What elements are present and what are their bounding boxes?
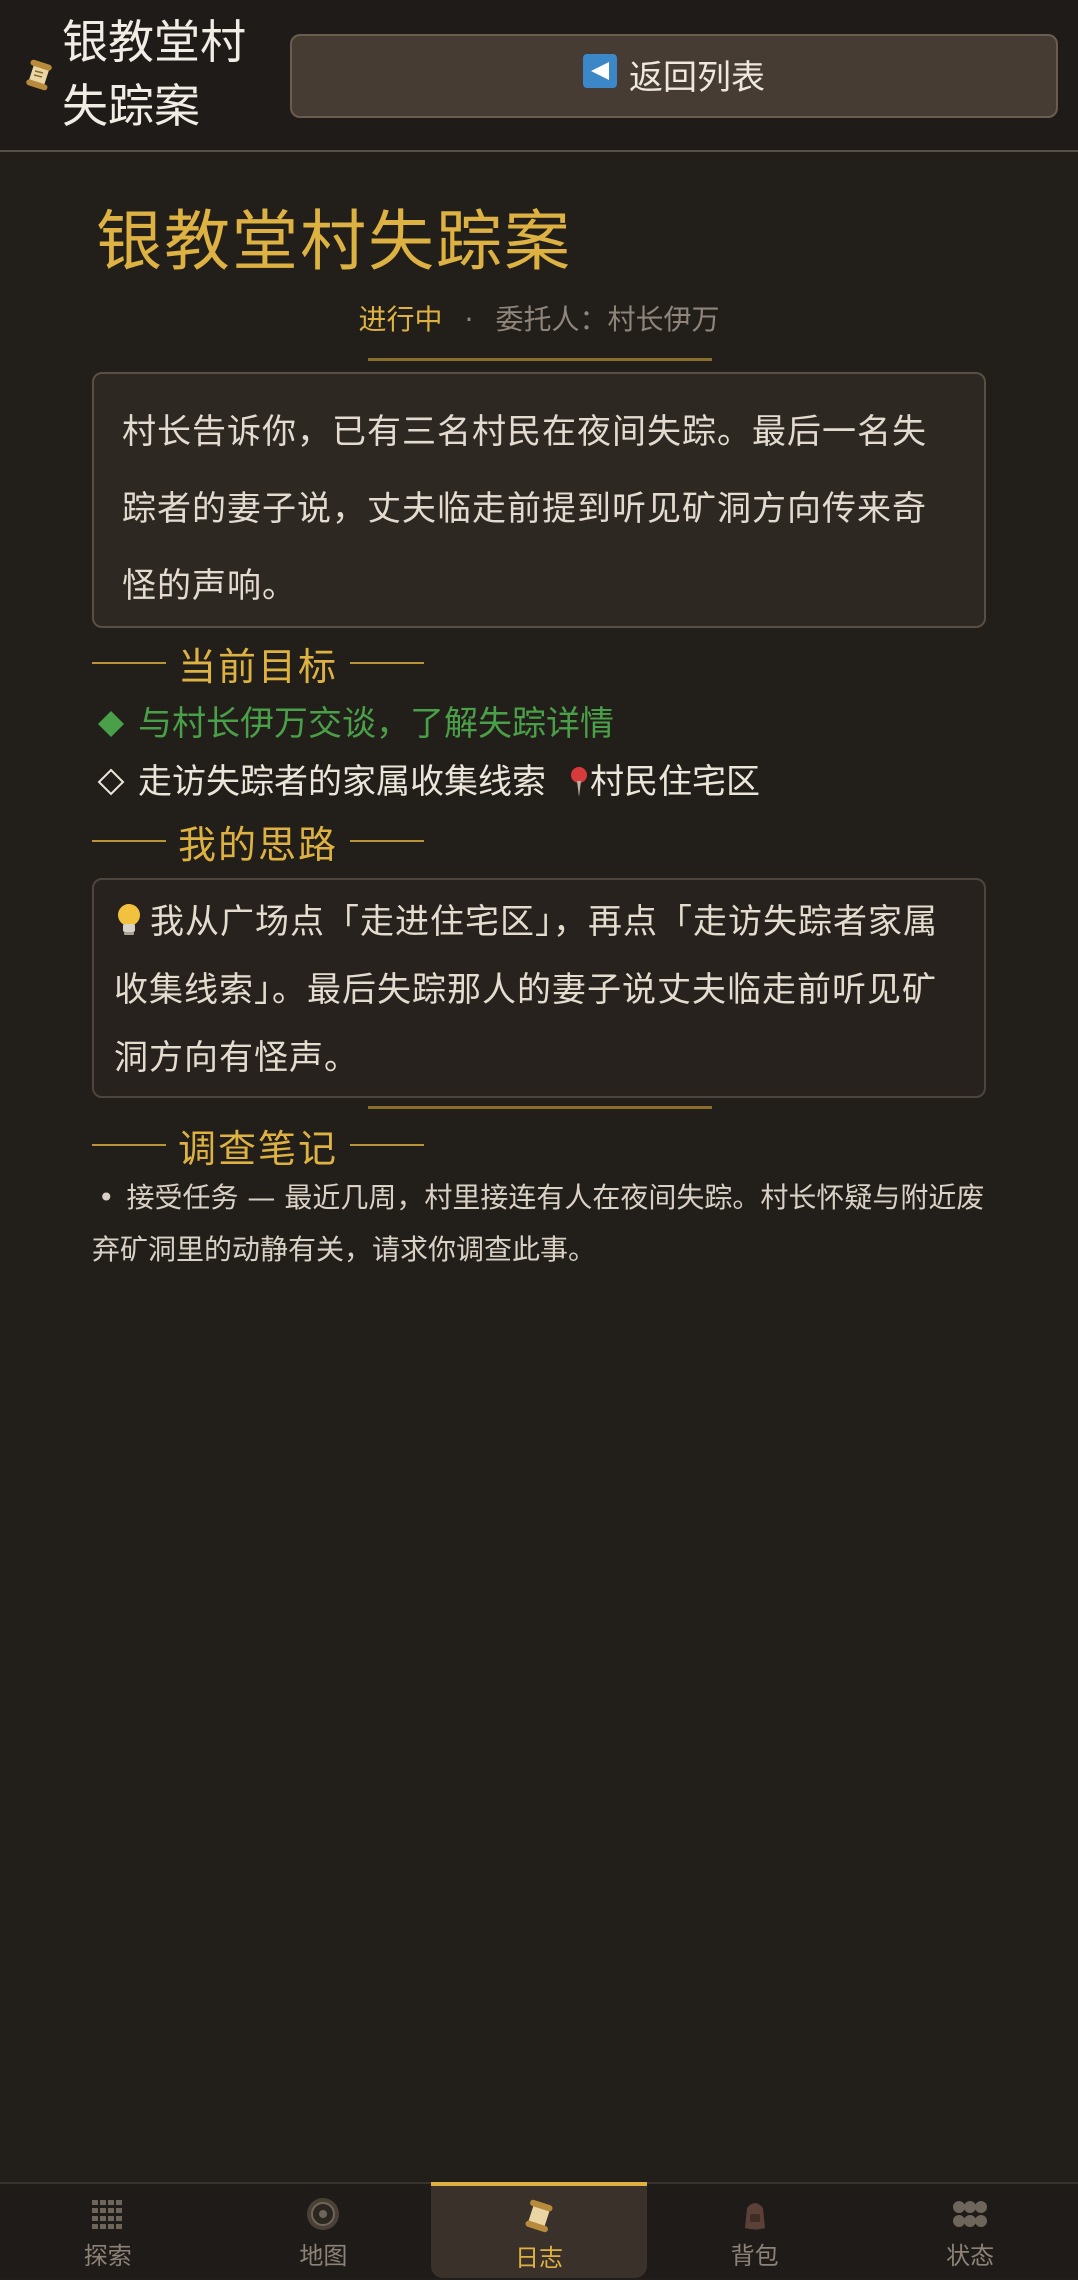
location-tag[interactable]: 村民住宅区 (568, 757, 760, 807)
thought-text: 我从广场点「走进住宅区」，再点「走访失踪者家属收集线索」。最后失踪那人的妻子说丈… (114, 902, 938, 1078)
back-button-label: 返回列表 (629, 58, 765, 98)
nav-label: 背包 (730, 2242, 779, 2270)
objectives-heading-text: 当前目标 (178, 644, 339, 689)
quest-title: 银教堂村失踪案 (96, 203, 572, 280)
note-text: 接受任务 — 最近几周，村里接连有人在夜间失踪。村长怀疑与附近废弃矿洞里的动静有… (92, 1181, 985, 1266)
thoughts-heading: 我的思路 (92, 816, 425, 867)
notes-heading: 调查笔记 (92, 1120, 425, 1171)
objective-item-pending: 走访失踪者的家属收集线索 村民住宅区 (96, 757, 760, 807)
quest-status: 进行中 (358, 303, 443, 336)
heading-line-right (350, 840, 425, 842)
note-item: • 接受任务 — 最近几周，村里接连有人在夜间失踪。村长怀疑与附近废弃矿洞里的动静… (92, 1172, 992, 1276)
map-pin-icon (571, 767, 587, 797)
grid-icon (91, 2200, 122, 2229)
nav-item-backpack[interactable]: 背包 (647, 2184, 863, 2280)
filled-diamond-icon (98, 711, 124, 737)
nav-item-map[interactable]: 地图 (216, 2184, 432, 2280)
objectives-heading: 当前目标 (92, 638, 425, 689)
meta-separator: · (464, 303, 474, 336)
stats-icon (953, 2201, 988, 2227)
back-to-list-button[interactable]: 返回列表 (290, 34, 1058, 118)
nav-label: 日志 (514, 2244, 563, 2272)
nav-label: 探索 (83, 2242, 132, 2270)
divider (368, 1106, 712, 1109)
thoughts-heading-text: 我的思路 (178, 822, 339, 867)
divider (368, 358, 712, 361)
nav-item-explore[interactable]: 探索 (0, 2184, 216, 2280)
lightbulb-icon (118, 904, 140, 935)
heading-line-left (92, 1144, 166, 1146)
backpack-icon (744, 2203, 765, 2230)
bottom-nav: 探索 地图 日志 背包 状态 (0, 2182, 1078, 2278)
objective-text: 与村长伊万交谈，了解失踪详情 (138, 704, 614, 744)
quest-meta: 进行中 · 委托人：村长伊万 (0, 298, 1078, 338)
quest-description: 村长告诉你，已有三名村民在夜间失踪。最后一名失踪者的妻子说，丈夫临走前提到听见矿… (92, 372, 986, 628)
nav-item-status[interactable]: 状态 (862, 2184, 1078, 2280)
quest-client: 委托人：村长伊万 (495, 303, 720, 336)
heading-line-right (350, 1144, 425, 1146)
objective-text: 走访失踪者的家属收集线索 (138, 762, 546, 802)
nav-label: 状态 (946, 2242, 995, 2270)
notes-heading-text: 调查笔记 (178, 1126, 339, 1171)
location-label: 村民住宅区 (590, 762, 760, 802)
nav-item-journal[interactable]: 日志 (431, 2182, 647, 2278)
back-arrow-icon (583, 54, 617, 88)
nav-label: 地图 (299, 2242, 348, 2270)
scroll-icon (26, 59, 52, 91)
heading-line-left (92, 840, 166, 842)
thought-box: 我从广场点「走进住宅区」，再点「走访失踪者家属收集线索」。最后失踪那人的妻子说丈… (92, 878, 986, 1098)
scroll-icon (525, 2199, 553, 2233)
top-header: 银教堂村失踪案 返回列表 (0, 0, 1078, 152)
compass-icon (307, 2198, 340, 2230)
bullet: • (98, 1181, 115, 1214)
hollow-diamond-icon (97, 768, 125, 796)
header-title: 银教堂村失踪案 (62, 15, 246, 133)
heading-line-right (350, 662, 425, 664)
heading-line-left (92, 662, 166, 664)
objective-item-completed: 与村长伊万交谈，了解失踪详情 (96, 699, 614, 749)
